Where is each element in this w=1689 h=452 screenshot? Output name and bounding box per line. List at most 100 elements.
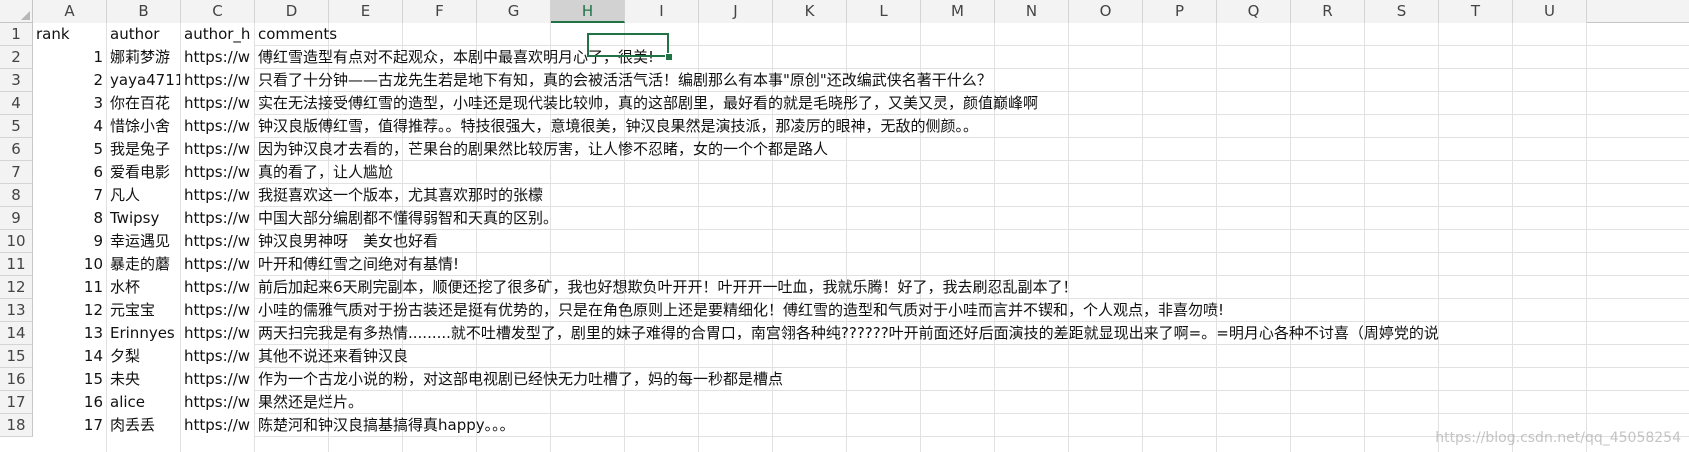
cell-A3[interactable]: 2 bbox=[33, 69, 106, 92]
cell-D1[interactable]: comments bbox=[255, 23, 1689, 46]
column-header-Q[interactable]: Q bbox=[1217, 0, 1291, 23]
column-header-F[interactable]: F bbox=[403, 0, 477, 23]
row-header-9[interactable]: 9 bbox=[0, 207, 33, 230]
cell-D15[interactable]: 其他不说还来看钟汉良 bbox=[255, 345, 1689, 368]
cell-D9[interactable]: 中国大部分编剧都不懂得弱智和天真的区别。 bbox=[255, 207, 1689, 230]
cell-C18[interactable]: https://w bbox=[181, 414, 254, 437]
column-header-S[interactable]: S bbox=[1365, 0, 1439, 23]
cell-B18[interactable]: 肉丢丢 bbox=[107, 414, 180, 437]
cell-A8[interactable]: 7 bbox=[33, 184, 106, 207]
row-header-10[interactable]: 10 bbox=[0, 230, 33, 253]
cell-A14[interactable]: 13 bbox=[33, 322, 106, 345]
select-all-corner[interactable] bbox=[0, 0, 33, 23]
row-header-4[interactable]: 4 bbox=[0, 92, 33, 115]
cell-B9[interactable]: Twipsy bbox=[107, 207, 180, 230]
cell-C11[interactable]: https://w bbox=[181, 253, 254, 276]
cell-D7[interactable]: 真的看了，让人尴尬 bbox=[255, 161, 1689, 184]
column-header-R[interactable]: R bbox=[1291, 0, 1365, 23]
cell-B8[interactable]: 凡人 bbox=[107, 184, 180, 207]
cell-A1[interactable]: rank bbox=[33, 23, 106, 46]
row-header-6[interactable]: 6 bbox=[0, 138, 33, 161]
cell-B12[interactable]: 水杯 bbox=[107, 276, 180, 299]
cell-D2[interactable]: 傅红雪造型有点对不起观众，本剧中最喜欢明月心了，很美! bbox=[255, 46, 1689, 69]
row-header-3[interactable]: 3 bbox=[0, 69, 33, 92]
cell-A18[interactable]: 17 bbox=[33, 414, 106, 437]
cell-B16[interactable]: 未央 bbox=[107, 368, 180, 391]
cell-B1[interactable]: author bbox=[107, 23, 180, 46]
cell-B4[interactable]: 你在百花 bbox=[107, 92, 180, 115]
column-header-B[interactable]: B bbox=[107, 0, 181, 23]
column-header-G[interactable]: G bbox=[477, 0, 551, 23]
cell-A15[interactable]: 14 bbox=[33, 345, 106, 368]
row-header-5[interactable]: 5 bbox=[0, 115, 33, 138]
column-header-A[interactable]: A bbox=[33, 0, 107, 23]
cell-C3[interactable]: https://w bbox=[181, 69, 254, 92]
cell-D12[interactable]: 前后加起来6天刷完副本，顺便还挖了很多矿，我也好想欺负叶开开！叶开开一吐血，我就… bbox=[255, 276, 1689, 299]
cell-C5[interactable]: https://w bbox=[181, 115, 254, 138]
column-header-T[interactable]: T bbox=[1439, 0, 1513, 23]
cell-B7[interactable]: 爱看电影 bbox=[107, 161, 180, 184]
row-header-12[interactable]: 12 bbox=[0, 276, 33, 299]
column-header-N[interactable]: N bbox=[995, 0, 1069, 23]
cell-A10[interactable]: 9 bbox=[33, 230, 106, 253]
column-header-U[interactable]: U bbox=[1513, 0, 1587, 23]
row-header-13[interactable]: 13 bbox=[0, 299, 33, 322]
cell-D10[interactable]: 钟汉良男神呀 美女也好看 bbox=[255, 230, 1689, 253]
cell-D16[interactable]: 作为一个古龙小说的粉，对这部电视剧已经快无力吐槽了，妈的每一秒都是槽点 bbox=[255, 368, 1689, 391]
row-header-14[interactable]: 14 bbox=[0, 322, 33, 345]
cell-A5[interactable]: 4 bbox=[33, 115, 106, 138]
cell-A9[interactable]: 8 bbox=[33, 207, 106, 230]
cell-B15[interactable]: 夕梨 bbox=[107, 345, 180, 368]
cell-C7[interactable]: https://w bbox=[181, 161, 254, 184]
cell-A16[interactable]: 15 bbox=[33, 368, 106, 391]
row-header-16[interactable]: 16 bbox=[0, 368, 33, 391]
column-header-D[interactable]: D bbox=[255, 0, 329, 23]
cell-D17[interactable]: 果然还是烂片。 bbox=[255, 391, 1689, 414]
cell-B6[interactable]: 我是兔子 bbox=[107, 138, 180, 161]
cell-A11[interactable]: 10 bbox=[33, 253, 106, 276]
column-header-E[interactable]: E bbox=[329, 0, 403, 23]
cell-D5[interactable]: 钟汉良版傅红雪，值得推荐。。特技很强大，意境很美，钟汉良果然是演技派，那凌厉的眼… bbox=[255, 115, 1689, 138]
cell-D14[interactable]: 两天扫完我是有多热情.........就不吐槽发型了，剧里的妹子难得的合胃口，南… bbox=[255, 322, 1689, 345]
cell-B14[interactable]: Erinnyes bbox=[107, 322, 180, 345]
column-header-I[interactable]: I bbox=[625, 0, 699, 23]
cell-B2[interactable]: 娜莉梦游 bbox=[107, 46, 180, 69]
cell-B3[interactable]: yaya4711 bbox=[107, 69, 180, 92]
cell-B13[interactable]: 元宝宝 bbox=[107, 299, 180, 322]
column-header-L[interactable]: L bbox=[847, 0, 921, 23]
cell-D13[interactable]: 小哇的儒雅气质对于扮古装还是挺有优势的，只是在角色原则上还是要精细化！傅红雪的造… bbox=[255, 299, 1689, 322]
column-header-C[interactable]: C bbox=[181, 0, 255, 23]
cell-A6[interactable]: 5 bbox=[33, 138, 106, 161]
row-header-2[interactable]: 2 bbox=[0, 46, 33, 69]
cell-B17[interactable]: alice bbox=[107, 391, 180, 414]
row-header-8[interactable]: 8 bbox=[0, 184, 33, 207]
row-header-17[interactable]: 17 bbox=[0, 391, 33, 414]
cell-C12[interactable]: https://w bbox=[181, 276, 254, 299]
cell-C13[interactable]: https://w bbox=[181, 299, 254, 322]
cell-C2[interactable]: https://w bbox=[181, 46, 254, 69]
cell-C14[interactable]: https://w bbox=[181, 322, 254, 345]
cell-B11[interactable]: 暴走的蘑 bbox=[107, 253, 180, 276]
cell-B10[interactable]: 幸运遇见 bbox=[107, 230, 180, 253]
active-cell-H1[interactable] bbox=[587, 33, 669, 57]
column-header-O[interactable]: O bbox=[1069, 0, 1143, 23]
cell-D8[interactable]: 我挺喜欢这一个版本，尤其喜欢那时的张檬 bbox=[255, 184, 1689, 207]
row-header-18[interactable]: 18 bbox=[0, 414, 33, 437]
column-header-H[interactable]: H bbox=[551, 0, 625, 23]
cell-A17[interactable]: 16 bbox=[33, 391, 106, 414]
cell-A7[interactable]: 6 bbox=[33, 161, 106, 184]
cell-C8[interactable]: https://w bbox=[181, 184, 254, 207]
cell-C4[interactable]: https://w bbox=[181, 92, 254, 115]
cell-C10[interactable]: https://w bbox=[181, 230, 254, 253]
row-header-7[interactable]: 7 bbox=[0, 161, 33, 184]
cell-C6[interactable]: https://w bbox=[181, 138, 254, 161]
cell-D3[interactable]: 只看了十分钟——古龙先生若是地下有知，真的会被活活气活！编剧那么有本事"原创"还… bbox=[255, 69, 1689, 92]
cell-D11[interactable]: 叶开和傅红雪之间绝对有基情! bbox=[255, 253, 1689, 276]
cell-A4[interactable]: 3 bbox=[33, 92, 106, 115]
column-header-K[interactable]: K bbox=[773, 0, 847, 23]
cell-D6[interactable]: 因为钟汉良才去看的，芒果台的剧果然比较厉害，让人惨不忍睹，女的一个个都是路人 bbox=[255, 138, 1689, 161]
row-header-1[interactable]: 1 bbox=[0, 23, 33, 46]
cell-C9[interactable]: https://w bbox=[181, 207, 254, 230]
cell-C1[interactable]: author_h bbox=[181, 23, 254, 46]
cell-D4[interactable]: 实在无法接受傅红雪的造型，小哇还是现代装比较帅，真的这部剧里，最好看的就是毛晓彤… bbox=[255, 92, 1689, 115]
